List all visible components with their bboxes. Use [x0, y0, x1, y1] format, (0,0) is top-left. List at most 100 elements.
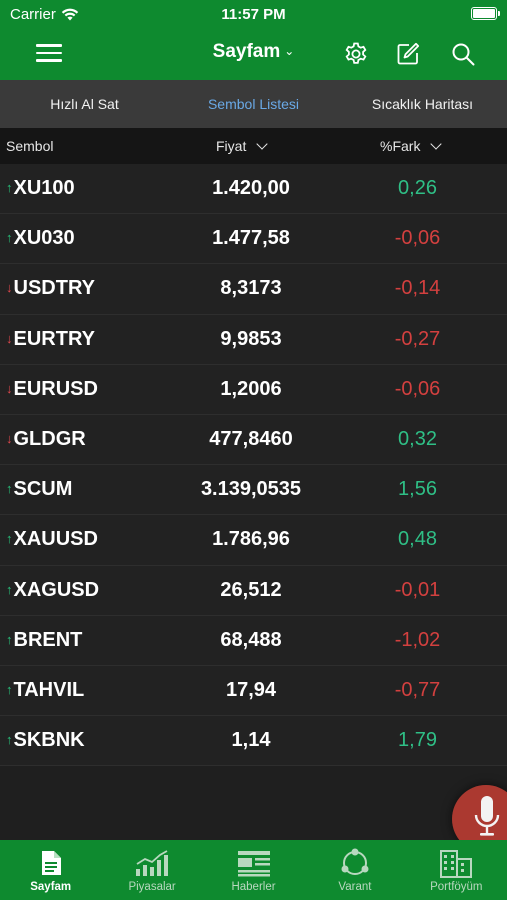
- table-row[interactable]: ↓ USDTRY 8,3173 -0,14: [0, 264, 507, 315]
- price-cell: 3.139,0535: [200, 478, 302, 501]
- diff-cell: 0,48: [398, 528, 437, 551]
- segment-heatmap[interactable]: Sıcaklık Haritası: [338, 80, 507, 128]
- symbol-cell: ↓ USDTRY: [6, 277, 95, 300]
- document-icon: [41, 851, 61, 875]
- table-row[interactable]: ↑ BRENT 68,488 -1,02: [0, 615, 507, 666]
- price-cell: 1.420,00: [212, 177, 290, 199]
- top-bar: Carrier 11:57 PM Sayfam ⌄: [0, 0, 507, 80]
- price-cell: 1.786,96: [212, 528, 290, 551]
- symbol-name: EURUSD: [13, 377, 98, 400]
- symbol-name: EURTRY: [13, 327, 95, 350]
- page-title: Sayfam: [212, 41, 281, 62]
- table-row[interactable]: ↓ EURTRY 9,9853 -0,27: [0, 314, 507, 365]
- arrow-down-icon: ↓: [6, 380, 13, 396]
- arrow-up-icon: ↑: [6, 230, 13, 246]
- price-cell: 26,512: [220, 578, 282, 601]
- arrow-up-icon: ↑: [6, 681, 13, 697]
- price-cell: 68,488: [220, 628, 282, 651]
- symbol-table: ↑ XU100 1.420,00 0,26 ↑ XU030 1.477,58 -0,…: [0, 164, 507, 767]
- tab-label: Varant: [338, 881, 372, 893]
- price-cell: 1,14: [231, 729, 271, 752]
- symbol-cell: ↑ SCUM: [6, 478, 72, 501]
- symbol-cell: ↑ XAGUSD: [6, 579, 99, 602]
- arrow-up-icon: ↑: [6, 631, 13, 647]
- chevron-down-icon: ⌄: [284, 44, 295, 58]
- table-row[interactable]: ↑ XAGUSD 26,512 -0,01: [0, 565, 507, 616]
- price-cell: 477,8460: [209, 427, 293, 450]
- arrow-up-icon: ↑: [6, 180, 13, 195]
- column-header-diff[interactable]: %Fark: [380, 138, 443, 154]
- symbol-name: GLDGR: [13, 427, 86, 450]
- arrow-up-icon: ↑: [6, 531, 13, 547]
- table-row[interactable]: ↑ SCUM 3.139,0535 1,56: [0, 465, 507, 516]
- gear-icon[interactable]: [343, 41, 369, 67]
- symbol-name: XAGUSD: [13, 578, 100, 601]
- status-time: 11:57 PM: [221, 6, 286, 23]
- segment-symbol-list[interactable]: Sembol Listesi: [169, 80, 338, 128]
- symbol-name: SKBNK: [13, 729, 85, 752]
- diff-cell: -0,27: [394, 327, 441, 350]
- tab-piyasalar[interactable]: Piyasalar: [101, 840, 202, 900]
- table-row[interactable]: ↑ XU030 1.477,58 -0,06: [0, 214, 507, 265]
- arrow-down-icon: ↓: [6, 280, 13, 296]
- chevron-down-icon: [256, 138, 269, 150]
- table-row[interactable]: ↑ TAHVIL 17,94 -0,77: [0, 665, 507, 717]
- tab-haberler[interactable]: Haberler: [203, 840, 304, 900]
- segment-control: Hızlı Al Sat Sembol Listesi Sıcaklık Har…: [0, 80, 507, 128]
- price-cell: 17,94: [225, 678, 277, 701]
- symbol-name: SCUM: [13, 478, 73, 501]
- battery-icon: [471, 7, 500, 20]
- tab-label: Piyasalar: [128, 881, 176, 893]
- column-header-price[interactable]: Fiyat: [216, 138, 269, 154]
- table-row[interactable]: ↓ GLDGR 477,8460 0,32: [0, 414, 507, 466]
- symbol-name: XAUUSD: [13, 528, 98, 551]
- table-header: Sembol Fiyat %Fark: [0, 128, 507, 164]
- symbol-cell: ↑ XU030: [6, 227, 75, 250]
- app-screen: Carrier 11:57 PM Sayfam ⌄ Hızlı Al Sat S…: [0, 0, 507, 900]
- diff-cell: 0,32: [398, 427, 437, 450]
- symbol-cell: ↑ XU100: [6, 177, 75, 200]
- price-cell: 8,3173: [220, 277, 282, 300]
- news-icon: [237, 851, 270, 877]
- chevron-down-icon: [430, 138, 443, 150]
- table-row[interactable]: ↑ SKBNK 1,14 1,79: [0, 716, 507, 767]
- nav-bar: Sayfam ⌄: [0, 28, 507, 80]
- diff-cell: -0,01: [394, 578, 441, 601]
- arrow-up-icon: ↑: [6, 481, 13, 497]
- symbol-cell: ↑ TAHVIL: [6, 679, 84, 702]
- symbol-name: USDTRY: [13, 277, 95, 300]
- symbol-cell: ↑ XAUUSD: [6, 528, 98, 551]
- symbol-cell: ↓ GLDGR: [6, 428, 86, 451]
- diff-cell: -0,77: [394, 678, 441, 701]
- table-row[interactable]: ↓ EURUSD 1,2006 -0,06: [0, 364, 507, 415]
- diff-cell: -1,02: [394, 628, 441, 651]
- symbol-name: XU030: [13, 227, 75, 250]
- table-row[interactable]: ↑ XAUUSD 1.786,96 0,48: [0, 515, 507, 566]
- tab-sayfam[interactable]: Sayfam: [0, 840, 101, 900]
- tab-varant[interactable]: Varant: [304, 840, 405, 900]
- price-cell: 1,2006: [220, 377, 282, 400]
- arrow-up-icon: ↑: [6, 581, 13, 597]
- microphone-icon: [474, 796, 500, 836]
- price-cell: 1.477,58: [212, 227, 290, 250]
- page-title-dropdown[interactable]: Sayfam ⌄: [0, 41, 507, 63]
- symbol-name: TAHVIL: [13, 678, 85, 701]
- table-row[interactable]: ↑ XU100 1.420,00 0,26: [0, 164, 507, 215]
- edit-icon[interactable]: [395, 41, 421, 67]
- diff-cell: -0,06: [394, 377, 441, 400]
- arrow-down-icon: ↓: [6, 330, 13, 346]
- symbol-name: XU100: [13, 177, 75, 199]
- segment-quick-trade[interactable]: Hızlı Al Sat: [0, 80, 169, 128]
- column-diff-label: %Fark: [380, 138, 421, 154]
- symbol-name: BRENT: [13, 628, 83, 651]
- tab-portfoyum[interactable]: Portföyüm: [406, 840, 507, 900]
- tab-label: Portföyüm: [430, 881, 483, 893]
- arrow-up-icon: ↑: [6, 732, 13, 748]
- symbol-cell: ↑ SKBNK: [6, 729, 85, 752]
- price-cell: 9,9853: [220, 327, 282, 350]
- diff-cell: 1,56: [398, 478, 437, 501]
- network-icon: [341, 848, 369, 875]
- bottom-tab-bar: Sayfam Piyasalar Haberler Varant Portföy…: [0, 840, 507, 900]
- tab-label: Sayfam: [30, 881, 72, 893]
- search-icon[interactable]: [450, 41, 476, 67]
